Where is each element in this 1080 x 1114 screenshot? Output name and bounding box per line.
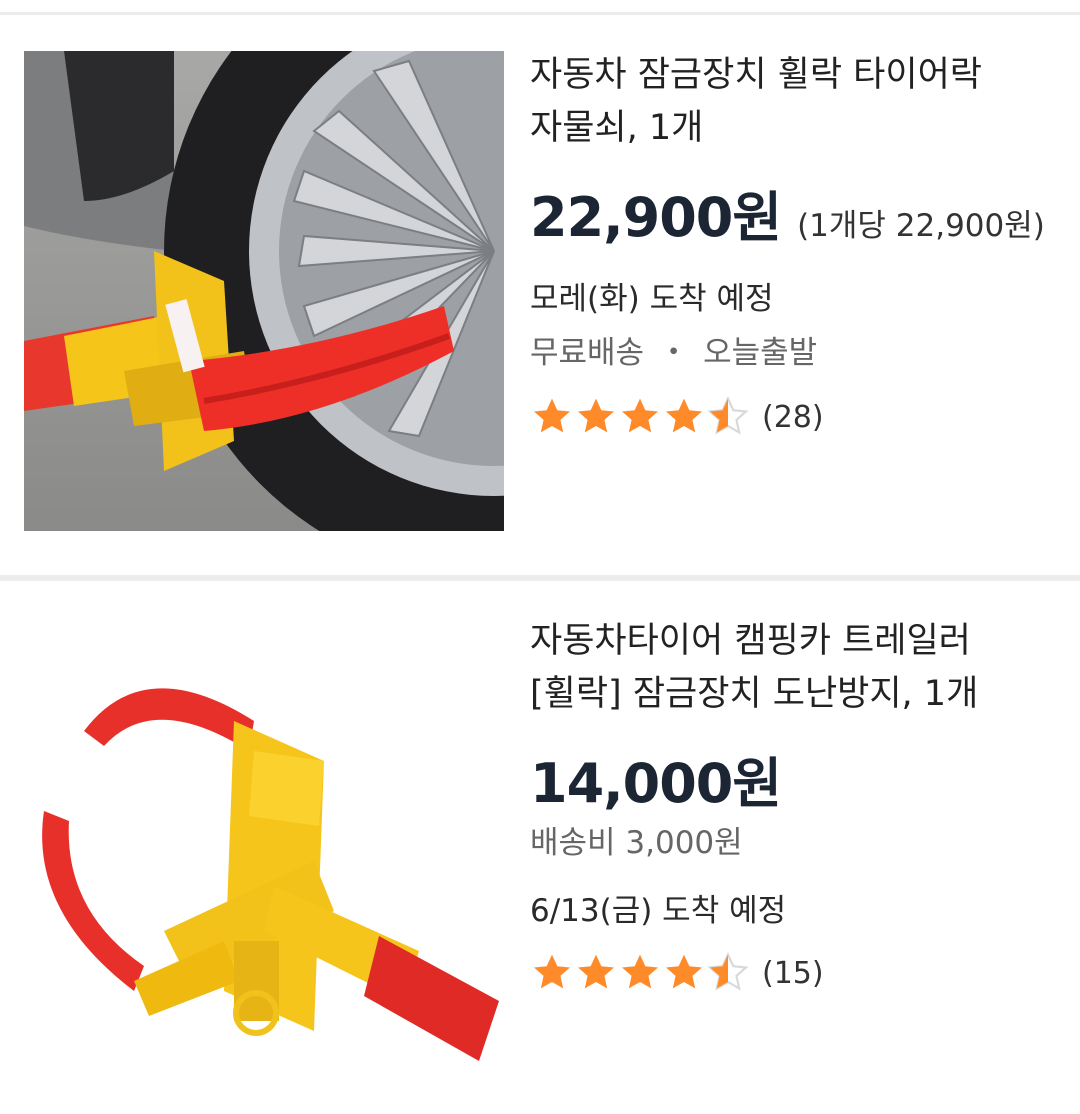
product-image[interactable]: [24, 611, 504, 1091]
unit-price: (1개당 22,900원): [797, 208, 1045, 244]
shipping-fee: 배송비 3,000원: [530, 825, 743, 861]
star-icon: [578, 398, 614, 433]
arrival-date: 모레(화) 도착 예정: [530, 281, 774, 317]
star-icon: [666, 398, 702, 433]
star-icon: [578, 954, 614, 989]
sale-price: 14,000원: [530, 752, 782, 815]
price-row: 22,900원 (1개당 22,900원): [530, 173, 1045, 252]
product-title[interactable]: 자동차 잠금장치 휠락 타이어락 자물쇠, 1개: [530, 49, 982, 155]
star-icon: [534, 398, 570, 433]
product-title[interactable]: 자동차타이어 캠핑카 트레일러 [휠락] 잠금장치 도난방지, 1개: [530, 615, 978, 721]
wheel-clamp-product-photo-icon: [24, 611, 504, 1091]
rating[interactable]: (28): [530, 395, 824, 439]
star-icon: [666, 954, 702, 989]
dispatch-label: 오늘출발: [703, 335, 818, 371]
arrival-date: 6/13(금) 도착 예정: [530, 893, 787, 929]
wheel-lock-on-tire-photo-icon: [24, 51, 504, 531]
shipping-info: 무료배송 ・ 오늘출발: [530, 327, 817, 372]
star-icon: [534, 954, 570, 989]
star-half-icon: [707, 396, 749, 435]
rating[interactable]: (15): [530, 951, 824, 995]
review-count: (15): [762, 955, 824, 991]
product-image[interactable]: [24, 51, 504, 531]
star-icon: [622, 954, 658, 989]
product-card[interactable]: 자동차타이어 캠핑카 트레일러 [휠락] 잠금장치 도난방지, 1개 14,000…: [0, 581, 1080, 1114]
free-shipping-label: 무료배송: [530, 335, 645, 371]
star-icon: [622, 398, 658, 433]
price-row: 14,000원: [530, 739, 782, 818]
separator-dot: ・: [658, 335, 690, 371]
review-count: (28): [762, 399, 824, 435]
sale-price: 22,900원: [530, 186, 782, 249]
star-half-icon: [707, 952, 749, 991]
product-info: 자동차 잠금장치 휠락 타이어락 자물쇠, 1개 22,900원 (1개당 22,…: [530, 15, 1060, 575]
product-card[interactable]: 자동차 잠금장치 휠락 타이어락 자물쇠, 1개 22,900원 (1개당 22,…: [0, 15, 1080, 575]
product-info: 자동차타이어 캠핑카 트레일러 [휠락] 잠금장치 도난방지, 1개 14,000…: [530, 581, 1060, 1114]
